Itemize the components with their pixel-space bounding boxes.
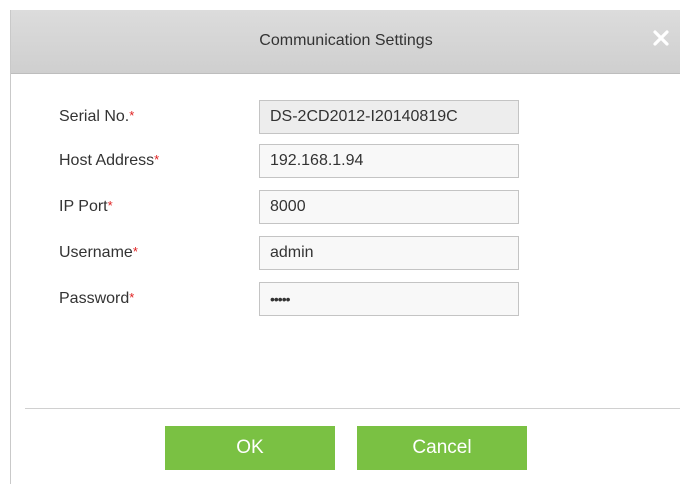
close-icon[interactable] [649,26,673,50]
dialog-title: Communication Settings [259,32,433,49]
username-row: Username* [11,236,680,270]
required-marker: * [132,244,138,259]
password-label: Password* [59,290,135,307]
host-address-field[interactable] [259,144,519,178]
ok-button[interactable]: OK [165,426,335,470]
password-row: Password* [11,282,680,316]
host-address-label: Host Address* [59,152,160,169]
required-marker: * [107,198,113,213]
username-label: Username* [59,244,138,261]
ip-port-label: IP Port* [59,198,113,215]
username-field[interactable] [259,236,519,270]
required-marker: * [129,108,135,123]
dialog-title-bar: Communication Settings [11,10,680,74]
communication-settings-dialog: Communication Settings Serial No.* Host … [10,10,680,484]
serial-no-label: Serial No.* [59,108,135,125]
ip-port-row: IP Port* [11,190,680,224]
footer-divider [25,408,680,409]
password-field[interactable] [259,282,519,316]
ip-port-field[interactable] [259,190,519,224]
serial-no-field[interactable] [259,100,519,134]
cancel-button[interactable]: Cancel [357,426,527,470]
host-address-row: Host Address* [11,144,680,178]
serial-no-row: Serial No.* [11,100,680,134]
required-marker: * [129,290,135,305]
required-marker: * [154,152,160,167]
